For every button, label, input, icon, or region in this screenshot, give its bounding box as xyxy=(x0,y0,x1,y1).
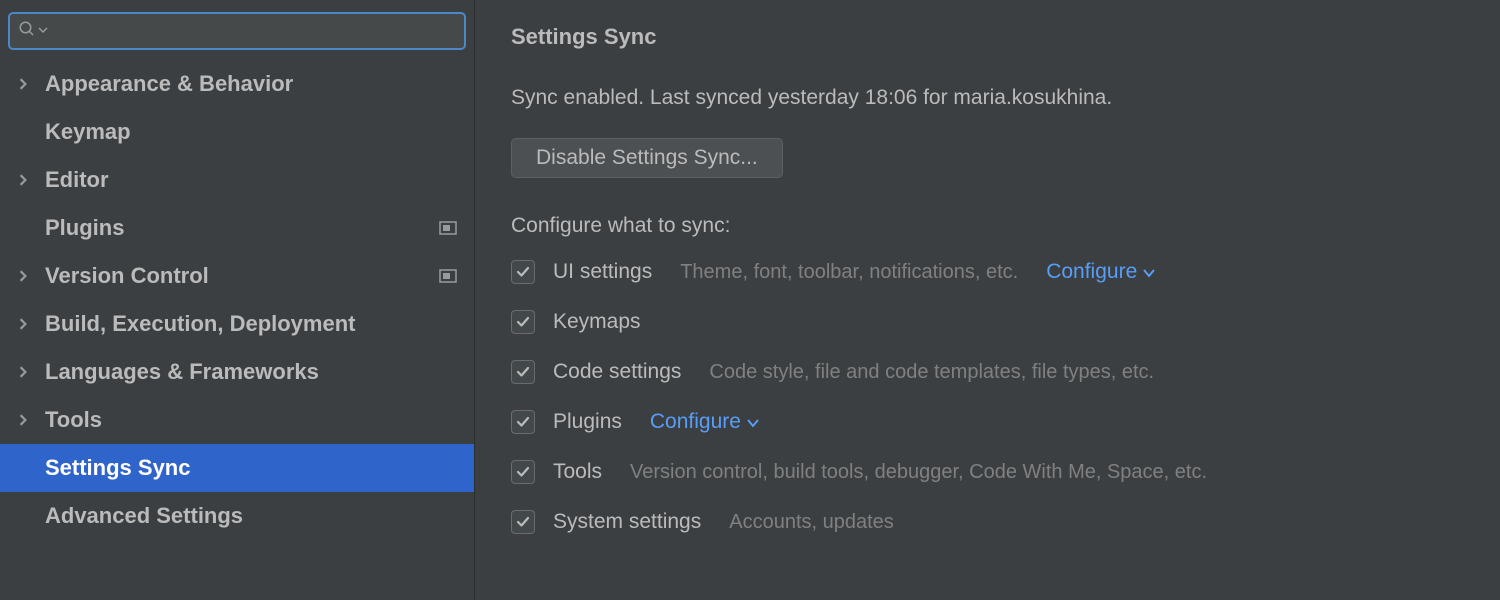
sync-row-desc: Code style, file and code templates, fil… xyxy=(709,361,1154,384)
sidebar-item-label: Editor xyxy=(45,167,458,193)
sync-row-label: UI settings xyxy=(553,260,652,284)
sidebar-item-label: Build, Execution, Deployment xyxy=(45,311,458,337)
configure-link[interactable]: Configure xyxy=(1046,260,1155,284)
page-title: Settings Sync xyxy=(511,24,1464,50)
sidebar-item-label: Plugins xyxy=(45,215,438,241)
sidebar-item-keymap[interactable]: Keymap xyxy=(0,108,474,156)
sidebar-item-plugins[interactable]: Plugins xyxy=(0,204,474,252)
sidebar-item-label: Keymap xyxy=(45,119,458,145)
sidebar-item-version-control[interactable]: Version Control xyxy=(0,252,474,300)
sidebar-item-languages-frameworks[interactable]: Languages & Frameworks xyxy=(0,348,474,396)
sidebar-item-label: Version Control xyxy=(45,263,438,289)
chevron-right-icon[interactable] xyxy=(0,78,45,90)
sync-row-desc: Version control, build tools, debugger, … xyxy=(630,461,1207,484)
sync-row-desc: Theme, font, toolbar, notifications, etc… xyxy=(680,261,1018,284)
configure-heading: Configure what to sync: xyxy=(511,214,1464,238)
sidebar-item-advanced-settings[interactable]: Advanced Settings xyxy=(0,492,474,540)
chevron-right-icon[interactable] xyxy=(0,318,45,330)
sync-row-keymaps: Keymaps xyxy=(511,310,1464,334)
sync-row-system-settings: System settings Accounts, updates xyxy=(511,510,1464,534)
sync-row-label: Code settings xyxy=(553,360,681,384)
sync-row-code-settings: Code settings Code style, file and code t… xyxy=(511,360,1464,384)
configure-link[interactable]: Configure xyxy=(650,410,759,434)
sidebar-item-label: Advanced Settings xyxy=(45,503,458,529)
search-wrap xyxy=(0,0,474,60)
sync-row-desc: Accounts, updates xyxy=(729,511,894,534)
checkbox[interactable] xyxy=(511,310,535,334)
search-box[interactable] xyxy=(8,12,466,50)
search-icon xyxy=(18,20,36,43)
sidebar-item-label: Tools xyxy=(45,407,458,433)
checkbox[interactable] xyxy=(511,360,535,384)
sync-row-label: Keymaps xyxy=(553,310,641,334)
filter-dropdown-icon[interactable] xyxy=(38,22,48,40)
checkbox[interactable] xyxy=(511,510,535,534)
sidebar-item-build-execution-deployment[interactable]: Build, Execution, Deployment xyxy=(0,300,474,348)
sync-row-ui-settings: UI settings Theme, font, toolbar, notific… xyxy=(511,260,1464,284)
checkbox[interactable] xyxy=(511,260,535,284)
sync-row-label: Plugins xyxy=(553,410,622,434)
sidebar-item-label: Languages & Frameworks xyxy=(45,359,458,385)
chevron-right-icon[interactable] xyxy=(0,366,45,378)
settings-tree: Appearance & Behavior Keymap Editor Plugins… xyxy=(0,60,474,600)
chevron-down-icon xyxy=(747,410,759,434)
sync-options-list: UI settings Theme, font, toolbar, notific… xyxy=(511,260,1464,534)
disable-sync-button[interactable]: Disable Settings Sync... xyxy=(511,138,783,178)
sync-row-plugins: Plugins Configure xyxy=(511,410,1464,434)
sync-status: Sync enabled. Last synced yesterday 18:0… xyxy=(511,86,1464,110)
project-badge-icon xyxy=(438,268,458,284)
chevron-right-icon[interactable] xyxy=(0,174,45,186)
chevron-down-icon xyxy=(1143,260,1155,284)
chevron-right-icon[interactable] xyxy=(0,414,45,426)
sync-row-label: System settings xyxy=(553,510,701,534)
chevron-right-icon[interactable] xyxy=(0,270,45,282)
main-panel: Settings Sync Sync enabled. Last synced … xyxy=(475,0,1500,600)
settings-sidebar: Appearance & Behavior Keymap Editor Plugins… xyxy=(0,0,475,600)
sync-row-label: Tools xyxy=(553,460,602,484)
sync-row-tools: Tools Version control, build tools, debug… xyxy=(511,460,1464,484)
project-badge-icon xyxy=(438,220,458,236)
sidebar-item-label: Appearance & Behavior xyxy=(45,71,458,97)
sidebar-item-settings-sync[interactable]: Settings Sync xyxy=(0,444,474,492)
checkbox[interactable] xyxy=(511,410,535,434)
sidebar-item-appearance-behavior[interactable]: Appearance & Behavior xyxy=(0,60,474,108)
sidebar-item-label: Settings Sync xyxy=(45,455,458,481)
sidebar-item-tools[interactable]: Tools xyxy=(0,396,474,444)
checkbox[interactable] xyxy=(511,460,535,484)
search-input[interactable] xyxy=(54,14,456,48)
sidebar-item-editor[interactable]: Editor xyxy=(0,156,474,204)
